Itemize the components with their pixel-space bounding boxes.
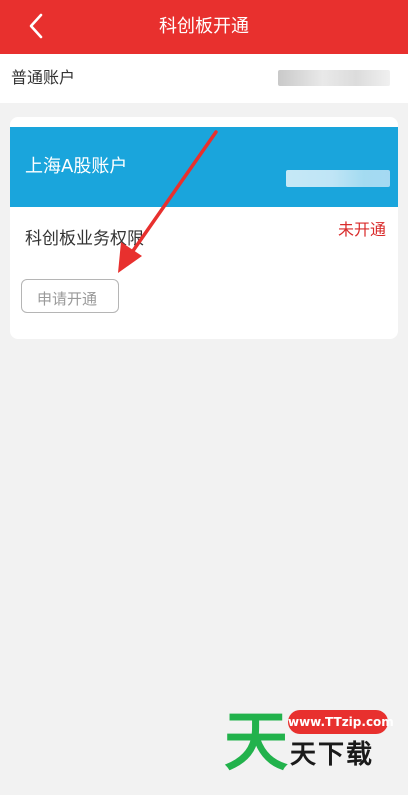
watermark-logo-icon: 天 bbox=[224, 706, 288, 776]
watermark-name: 天下载 bbox=[290, 740, 375, 770]
site-watermark: 天 www.TTzip.com 天下载 bbox=[220, 700, 394, 776]
card-header: 上海A股账户 bbox=[10, 127, 398, 207]
shanghai-account-card: 上海A股账户 科创板业务权限 未开通 申请开通 bbox=[10, 117, 398, 339]
apply-button-label: 申请开通 bbox=[37, 290, 98, 308]
watermark-url: www.TTzip.com bbox=[288, 710, 394, 734]
app-header: 科创板开通 bbox=[0, 0, 408, 54]
masked-card-account-number bbox=[286, 170, 390, 187]
permission-label: 科创板业务权限 bbox=[25, 229, 144, 249]
apply-button[interactable]: 申请开通 bbox=[21, 279, 119, 313]
masked-account-value bbox=[278, 70, 390, 86]
account-label: 普通账户 bbox=[11, 68, 76, 87]
ordinary-account-row: 普通账户 bbox=[0, 54, 408, 103]
status-badge: 未开通 bbox=[337, 220, 386, 239]
card-title: 上海A股账户 bbox=[25, 156, 128, 177]
page-title: 科创板开通 bbox=[159, 16, 249, 37]
svg-text:天: 天 bbox=[224, 706, 288, 776]
